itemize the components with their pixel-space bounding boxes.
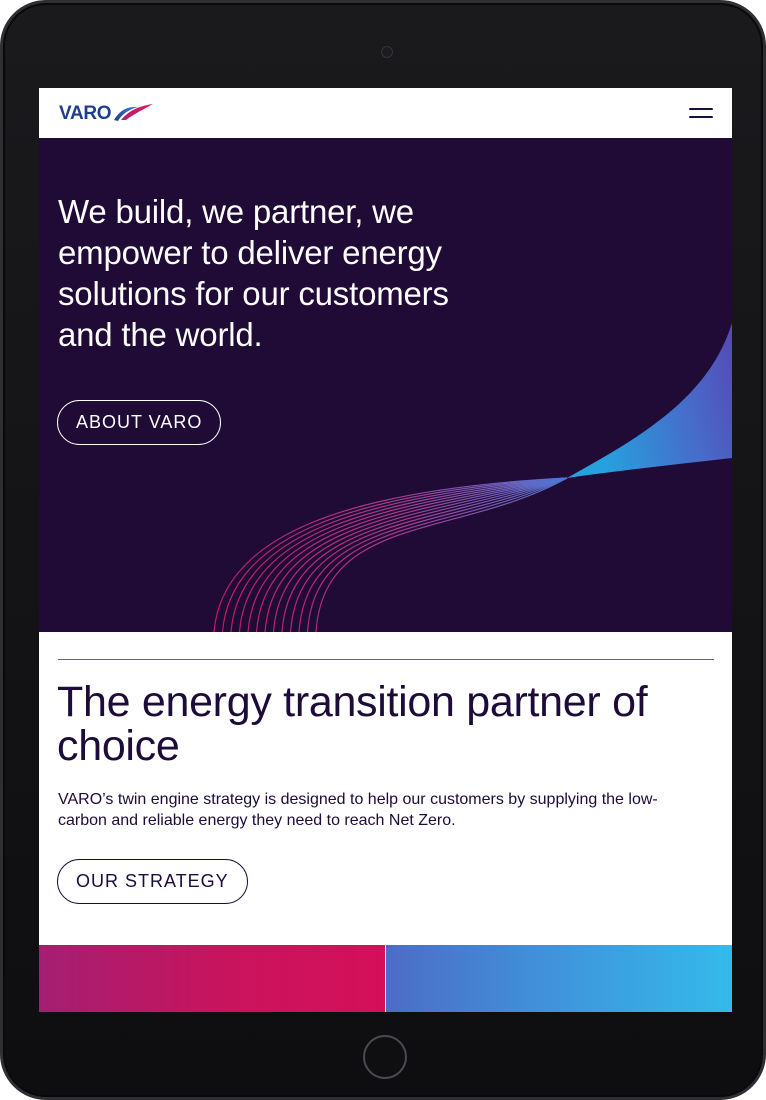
hamburger-menu-icon[interactable] xyxy=(687,104,715,124)
section-description: VARO’s twin engine strategy is designed … xyxy=(58,791,658,829)
hero-section: We build, we partner, we empower to deli… xyxy=(39,138,732,632)
feature-card-magenta[interactable] xyxy=(39,945,385,1012)
section-title: The energy transition partner of choice xyxy=(57,678,648,770)
hero-title: We build, we partner, we empower to deli… xyxy=(58,193,449,353)
logo-wing-icon xyxy=(114,104,154,121)
site-header: VARO xyxy=(39,88,732,138)
section-divider xyxy=(58,659,714,660)
about-varo-button[interactable]: ABOUT VARO xyxy=(57,400,222,445)
our-strategy-button[interactable]: OUR STRATEGY xyxy=(57,859,248,904)
energy-wave-line xyxy=(306,477,568,632)
energy-wave-line xyxy=(264,477,568,632)
energy-wave-line xyxy=(238,477,568,632)
logo-text: VARO xyxy=(59,103,112,124)
screen: VARO We build, we partner, we empower to… xyxy=(39,88,732,1012)
home-button[interactable] xyxy=(363,1035,407,1079)
feature-card-blue[interactable] xyxy=(386,945,732,1012)
tablet-frame: VARO We build, we partner, we empower to… xyxy=(0,0,766,1100)
energy-wave-line xyxy=(281,477,568,632)
varo-logo[interactable]: VARO xyxy=(59,102,154,126)
camera-icon xyxy=(381,46,393,58)
